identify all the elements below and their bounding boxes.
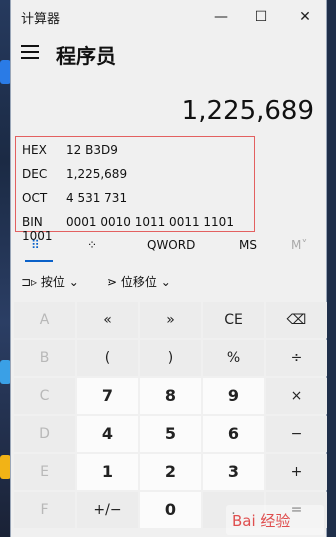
- key-2-1[interactable]: 7: [77, 378, 138, 414]
- key-0-4[interactable]: ⌫: [266, 302, 327, 338]
- key-2-2[interactable]: 8: [140, 378, 201, 414]
- app-title: 计算器: [21, 12, 61, 27]
- key-1-4[interactable]: ÷: [266, 340, 327, 376]
- bitshift-label: 位移位: [120, 275, 157, 289]
- result-display: 1,225,689: [181, 96, 314, 126]
- key-4-4[interactable]: +: [266, 454, 327, 490]
- hamburger-menu-icon[interactable]: [21, 45, 39, 59]
- radix-value: 1,225,689: [66, 167, 128, 181]
- close-button[interactable]: ✕: [285, 4, 325, 30]
- key-4-3[interactable]: 3: [203, 454, 264, 490]
- key-3-1[interactable]: 4: [77, 416, 138, 452]
- radix-label: OCT: [22, 191, 48, 205]
- key-3-2[interactable]: 5: [140, 416, 201, 452]
- memory-store-button[interactable]: MS: [239, 238, 257, 252]
- title-bar[interactable]: 计算器 — ☐ ✕: [11, 0, 326, 34]
- chevron-down-icon: ⌄: [160, 275, 171, 289]
- baidu-watermark: Bai 经验: [226, 505, 324, 535]
- key-5-1[interactable]: +/−: [77, 492, 138, 528]
- svg-text:Bai 经验: Bai 经验: [232, 512, 290, 530]
- radix-value: 12 B3D9: [66, 143, 118, 157]
- key-0-0[interactable]: A: [14, 302, 75, 338]
- key-1-3[interactable]: %: [203, 340, 264, 376]
- active-tab-indicator: [25, 260, 53, 262]
- key-2-0[interactable]: C: [14, 378, 75, 414]
- key-1-2[interactable]: ): [140, 340, 201, 376]
- key-0-2[interactable]: »: [140, 302, 201, 338]
- radix-dec[interactable]: DEC 1,225,689: [22, 167, 127, 181]
- key-5-0[interactable]: F: [14, 492, 75, 528]
- word-size-button[interactable]: QWORD: [147, 238, 195, 252]
- bitwise-label: 按位: [40, 275, 65, 289]
- keypad: A«»CE⌫B()%÷C789×D456−E123+F+/−0.=: [11, 302, 328, 537]
- bitwise-dropdown[interactable]: ⊐▹ 按位 ⌄: [21, 273, 79, 290]
- radix-label: DEC: [22, 167, 48, 181]
- key-4-0[interactable]: E: [14, 454, 75, 490]
- radix-panel: HEX 12 B3D9 DEC 1,225,689 OCT 4 531 731 BIN…: [15, 136, 255, 243]
- bitshift-icon: ⋗: [107, 275, 118, 289]
- key-4-1[interactable]: 1: [77, 454, 138, 490]
- key-4-2[interactable]: 2: [140, 454, 201, 490]
- bitwise-row: ⊐▹ 按位 ⌄ ⋗ 位移位 ⌄: [11, 270, 326, 294]
- minimize-button[interactable]: —: [201, 4, 241, 30]
- bitshift-dropdown[interactable]: ⋗ 位移位 ⌄: [107, 273, 171, 290]
- key-3-3[interactable]: 6: [203, 416, 264, 452]
- key-5-2[interactable]: 0: [140, 492, 201, 528]
- radix-label: BIN: [22, 215, 43, 229]
- key-3-4[interactable]: −: [266, 416, 327, 452]
- key-0-3[interactable]: CE: [203, 302, 264, 338]
- radix-label: HEX: [22, 143, 47, 157]
- chevron-down-icon: ⌄: [68, 275, 79, 289]
- key-2-4[interactable]: ×: [266, 378, 327, 414]
- bit-toggle-keypad-icon[interactable]: ⁘: [87, 238, 97, 252]
- mode-title: 程序员: [56, 44, 116, 68]
- maximize-button[interactable]: ☐: [241, 4, 281, 30]
- calculator-window: 计算器 — ☐ ✕ 程序员 1,225,689 HEX 12 B3D9 DEC 1,…: [10, 0, 327, 537]
- key-0-1[interactable]: «: [77, 302, 138, 338]
- radix-oct[interactable]: OCT 4 531 731: [22, 191, 127, 205]
- keypad-tabs: ⠿ ⁘ QWORD MS M˅: [11, 236, 326, 262]
- key-3-0[interactable]: D: [14, 416, 75, 452]
- key-1-0[interactable]: B: [14, 340, 75, 376]
- key-2-3[interactable]: 9: [203, 378, 264, 414]
- radix-hex[interactable]: HEX 12 B3D9: [22, 143, 118, 157]
- bitwise-icon: ⊐▹: [21, 275, 38, 289]
- full-keypad-icon[interactable]: ⠿: [31, 238, 40, 252]
- key-1-1[interactable]: (: [77, 340, 138, 376]
- radix-value: 4 531 731: [66, 191, 128, 205]
- memory-button[interactable]: M˅: [291, 238, 307, 252]
